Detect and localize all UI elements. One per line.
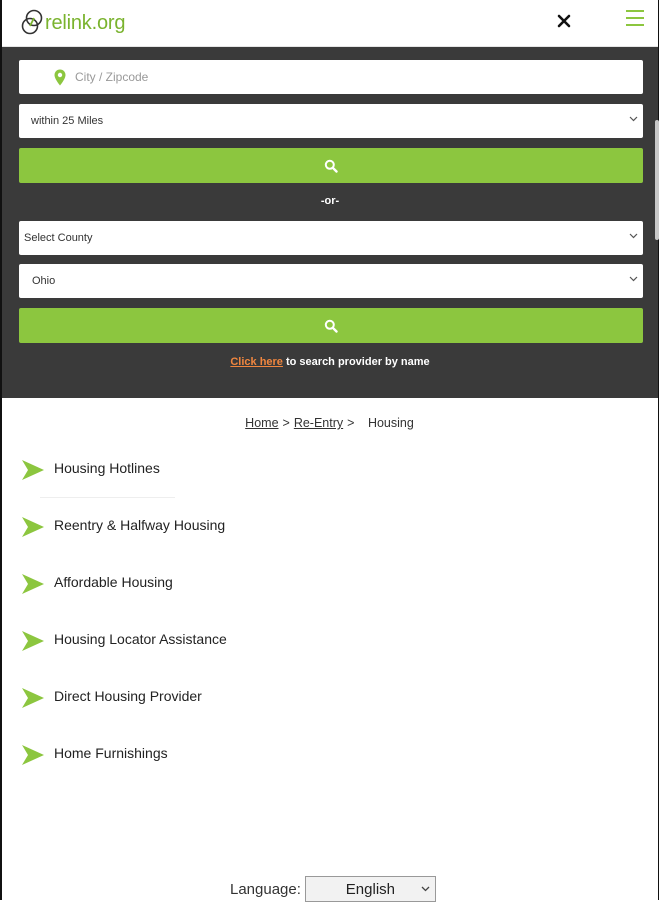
category-label: Home Furnishings bbox=[54, 745, 168, 761]
search-icon bbox=[324, 319, 338, 333]
language-select[interactable]: English bbox=[304, 876, 436, 902]
provider-search-suffix: to search provider by name bbox=[282, 356, 430, 368]
page-scrollbar-thumb[interactable] bbox=[655, 120, 659, 240]
chevron-down-icon bbox=[629, 116, 638, 122]
housing-category-list: Housing Hotlines Reentry & Halfway Housi… bbox=[22, 458, 227, 800]
relink-logo-icon bbox=[21, 9, 43, 35]
green-arrow-icon bbox=[22, 688, 44, 708]
category-housing-locator-assistance[interactable]: Housing Locator Assistance bbox=[22, 629, 227, 686]
category-direct-housing-provider[interactable]: Direct Housing Provider bbox=[22, 686, 227, 743]
green-arrow-icon bbox=[22, 574, 44, 594]
category-affordable-housing[interactable]: Affordable Housing bbox=[22, 572, 227, 629]
or-separator: -or- bbox=[320, 195, 340, 207]
breadcrumb-reentry-link[interactable]: Re-Entry bbox=[294, 416, 343, 430]
category-label: Housing Hotlines bbox=[54, 460, 160, 476]
location-field[interactable] bbox=[19, 60, 643, 94]
breadcrumb-separator: > bbox=[282, 416, 290, 430]
state-selected-value: Ohio bbox=[32, 275, 56, 287]
search-panel: within 25 Miles -or- Select County Ohio … bbox=[2, 47, 658, 398]
hamburger-menu-button[interactable] bbox=[626, 10, 644, 30]
green-arrow-icon bbox=[22, 517, 44, 537]
breadcrumb-current: Housing bbox=[367, 416, 414, 430]
green-arrow-icon bbox=[22, 460, 44, 480]
green-arrow-icon bbox=[22, 745, 44, 765]
category-label: Reentry & Halfway Housing bbox=[54, 517, 226, 533]
provider-search-link[interactable]: Click here bbox=[230, 356, 283, 368]
logo-text: relink.org bbox=[45, 11, 126, 34]
radius-select[interactable]: within 25 Miles bbox=[19, 104, 643, 138]
category-reentry-halfway-housing[interactable]: Reentry & Halfway Housing bbox=[22, 515, 227, 572]
category-housing-hotlines[interactable]: Housing Hotlines bbox=[22, 458, 227, 515]
close-button[interactable] bbox=[554, 11, 574, 31]
hamburger-menu-icon bbox=[626, 10, 644, 12]
category-label: Housing Locator Assistance bbox=[54, 631, 227, 647]
breadcrumb: Home > Re-Entry > Housing bbox=[0, 416, 659, 430]
site-logo[interactable]: relink.org bbox=[20, 7, 125, 39]
chevron-down-icon bbox=[629, 276, 638, 282]
search-by-location-button[interactable] bbox=[19, 148, 643, 183]
search-icon bbox=[324, 159, 338, 173]
city-zipcode-input[interactable] bbox=[75, 60, 615, 94]
language-selected-value: English bbox=[345, 880, 395, 898]
map-pin-icon bbox=[54, 69, 66, 86]
category-label: Direct Housing Provider bbox=[54, 688, 202, 704]
county-select[interactable]: Select County bbox=[19, 221, 643, 255]
green-arrow-icon bbox=[22, 631, 44, 651]
provider-search-line: Click here to search provider by name bbox=[2, 356, 658, 368]
breadcrumb-separator: > bbox=[347, 416, 355, 430]
language-label: Language: bbox=[230, 880, 301, 898]
site-header: relink.org bbox=[2, 0, 658, 47]
language-selector: Language: English bbox=[230, 876, 436, 902]
category-home-furnishings[interactable]: Home Furnishings bbox=[22, 743, 227, 800]
radius-selected-value: within 25 Miles bbox=[31, 115, 104, 127]
chevron-down-icon bbox=[629, 233, 638, 239]
category-label: Affordable Housing bbox=[54, 574, 173, 590]
breadcrumb-home-link[interactable]: Home bbox=[245, 416, 278, 430]
search-by-county-button[interactable] bbox=[19, 308, 643, 343]
close-icon bbox=[557, 14, 571, 28]
chevron-down-icon bbox=[421, 886, 430, 892]
state-select[interactable]: Ohio bbox=[19, 264, 643, 298]
county-selected-value: Select County bbox=[24, 232, 93, 244]
